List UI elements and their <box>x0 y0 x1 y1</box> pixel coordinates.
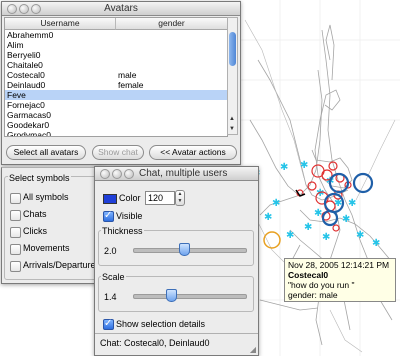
table-row[interactable]: Grodymac0 <box>5 130 227 137</box>
cell-username: Deinlaud0 <box>7 80 46 90</box>
table-row[interactable]: Alim <box>5 40 227 50</box>
scale-value: 1.4 <box>104 292 117 302</box>
chat-status-bar: Chat: Costecal0, Deinlaud0 ◢ <box>95 333 258 355</box>
table-row[interactable]: Feve <box>5 90 227 100</box>
cell-username: Feve <box>7 90 26 100</box>
avatars-title: Avatars <box>104 3 138 14</box>
table-row[interactable]: Garmacas0 <box>5 110 227 120</box>
select-symbols-title: Select symbols <box>8 173 71 183</box>
minimize-button[interactable] <box>112 169 122 179</box>
label-all-symbols: All symbols <box>23 192 69 202</box>
checkbox-clicks[interactable] <box>10 227 21 238</box>
chat-status-text: Chat: Costecal0, Deinlaud0 <box>100 338 210 348</box>
svg-text:✱: ✱ <box>322 232 330 243</box>
scrollbar-thumb[interactable] <box>229 32 236 66</box>
checkbox-all-symbols[interactable] <box>10 193 21 204</box>
column-header-username[interactable]: Username <box>5 18 116 30</box>
avatar-rows: Abrahemm0 Alim Berryeli0 Chaitale0 Costecal0… <box>5 30 227 136</box>
visible-label: Visible <box>116 211 143 221</box>
tooltip-gender: gender: male <box>288 290 338 300</box>
svg-text:✱: ✱ <box>356 230 364 241</box>
scale-label: Scale <box>101 272 126 282</box>
cell-gender: female <box>118 80 144 90</box>
color-stepper[interactable]: ▲ ▼ <box>175 190 185 206</box>
svg-text:✱: ✱ <box>264 212 272 223</box>
symbols-window: Select symbols All symbols Chats Clicks … <box>1 167 105 284</box>
thickness-label: Thickness <box>101 226 144 236</box>
checkbox-show-selection-details[interactable] <box>103 318 114 330</box>
label-clicks: Clicks <box>23 226 47 236</box>
scale-slider-track[interactable] <box>133 294 247 299</box>
cell-username: Garmacas0 <box>7 110 51 120</box>
grid-lines <box>239 0 400 356</box>
color-value-field[interactable]: 120 <box>145 191 175 205</box>
avatars-window: Avatars Username gender Abrahemm0 Alim Ber… <box>1 1 241 165</box>
scroll-down-arrow-icon[interactable]: ▼ <box>229 126 235 132</box>
thickness-value: 2.0 <box>104 246 117 256</box>
label-arrivals-departures: Arrivals/Departures <box>23 260 101 270</box>
svg-text:✱: ✱ <box>300 160 308 171</box>
table-row[interactable]: Goodekar0 <box>5 120 227 130</box>
svg-text:✱: ✱ <box>272 198 280 209</box>
scroll-up-arrow-icon[interactable]: ▲ <box>229 116 235 122</box>
tooltip-message: "how do you run " <box>288 280 355 290</box>
cell-username: Chaitale0 <box>7 60 43 70</box>
table-row[interactable]: Berryeli0 <box>5 50 227 60</box>
scale-slider-thumb[interactable] <box>165 289 177 302</box>
chat-titlebar[interactable]: Chat, multiple users <box>95 167 258 181</box>
cell-username: Alim <box>7 40 24 50</box>
checkbox-chats[interactable] <box>10 210 21 221</box>
checkbox-visible[interactable] <box>103 210 114 222</box>
svg-text:✱: ✱ <box>372 238 380 249</box>
arrival-symbol <box>263 231 281 249</box>
cell-username: Fornejac0 <box>7 100 45 110</box>
avatar-actions-button[interactable]: << Avatar actions <box>149 145 237 160</box>
show-selection-details-label: Show selection details <box>116 319 206 329</box>
table-row[interactable]: Chaitale0 <box>5 60 227 70</box>
color-label: Color <box>119 193 141 203</box>
checkbox-movements[interactable] <box>10 244 21 255</box>
label-movements: Movements <box>23 243 70 253</box>
selection-tooltip: Nov 28, 2005 12:14:21 PM Costecal0 "how … <box>284 258 396 302</box>
thickness-slider-thumb[interactable] <box>179 243 191 256</box>
cell-username: Berryeli0 <box>7 50 41 60</box>
avatars-titlebar[interactable]: Avatars <box>2 2 240 16</box>
color-swatch[interactable] <box>103 194 117 204</box>
select-all-avatars-button[interactable]: Select all avatars <box>6 145 86 160</box>
resize-grip-icon[interactable]: ◢ <box>250 345 256 354</box>
show-chat-button[interactable]: Show chat <box>92 145 144 160</box>
cell-username: Grodymac0 <box>7 130 51 137</box>
label-chats: Chats <box>23 209 47 219</box>
table-row[interactable]: Abrahemm0 <box>5 30 227 40</box>
zoom-button[interactable] <box>124 169 134 179</box>
checkbox-arrivals-departures[interactable] <box>10 261 21 272</box>
svg-text:✱: ✱ <box>342 214 350 225</box>
tooltip-timestamp: Nov 28, 2005 12:14:21 PM <box>288 260 390 270</box>
svg-text:✱: ✱ <box>280 162 288 173</box>
avatar-table: Username gender Abrahemm0 Alim Berryeli0 Ch… <box>4 17 228 137</box>
table-scrollbar[interactable]: ▲ ▼ <box>227 17 238 135</box>
table-row[interactable]: Fornejac0 <box>5 100 227 110</box>
svg-text:✱: ✱ <box>304 222 312 233</box>
svg-text:✱: ✱ <box>314 208 322 219</box>
cell-username: Abrahemm0 <box>7 30 54 40</box>
table-row[interactable]: Deinlaud0 female <box>5 80 227 90</box>
tooltip-user: Costecal0 <box>288 270 329 280</box>
svg-text:✱: ✱ <box>348 198 356 209</box>
cell-username: Goodekar0 <box>7 120 50 130</box>
close-button[interactable] <box>100 169 110 179</box>
chat-settings-window: Chat, multiple users Color 120 ▲▼ Visibl… <box>94 166 259 356</box>
cell-gender: male <box>118 70 137 80</box>
table-row[interactable]: Costecal0 male <box>5 70 227 80</box>
column-header-gender[interactable]: gender <box>116 18 227 30</box>
svg-text:✱: ✱ <box>286 230 294 241</box>
cell-username: Costecal0 <box>7 70 45 80</box>
chat-window-title: Chat, multiple users <box>139 168 228 179</box>
